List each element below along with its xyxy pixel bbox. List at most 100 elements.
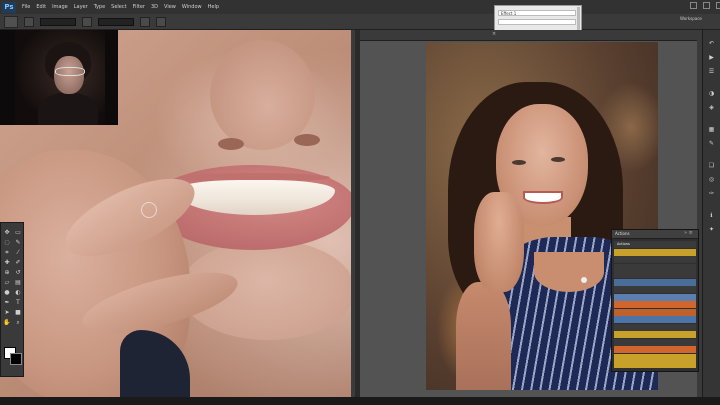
action-row[interactable] — [614, 331, 696, 338]
actions-panel-header[interactable]: Actions » ≡ — [612, 230, 698, 239]
move-icon[interactable]: ✥ — [3, 229, 11, 236]
menu-file[interactable]: File — [22, 0, 30, 14]
portrait-arm — [456, 282, 511, 390]
quick-select-icon[interactable]: ✎ — [14, 239, 22, 246]
document-tab[interactable]: × — [360, 30, 702, 41]
portrait-pendant — [581, 277, 587, 283]
eyedropper-icon[interactable]: ⁄ — [14, 249, 22, 256]
layers-icon[interactable]: ❏ — [707, 162, 716, 170]
menu-help[interactable]: Help — [208, 0, 219, 14]
mode-field[interactable] — [40, 17, 76, 26]
close-tab-icon[interactable]: × — [492, 31, 496, 37]
blur-icon[interactable]: ● — [3, 289, 11, 296]
type-icon[interactable]: T — [14, 299, 22, 306]
path-select-icon[interactable]: ➤ — [3, 309, 11, 316]
eraser-icon[interactable]: ▱ — [3, 279, 11, 286]
clone-icon[interactable]: ⊕ — [3, 269, 11, 276]
action-row[interactable] — [614, 293, 696, 301]
action-row[interactable] — [614, 271, 696, 278]
brushes-icon[interactable]: ✎ — [707, 140, 716, 148]
action-row[interactable] — [614, 353, 696, 361]
gradient-icon[interactable]: ▤ — [14, 279, 22, 286]
crop-icon[interactable]: ⌗ — [3, 249, 11, 256]
lasso-icon[interactable]: ◌ — [3, 239, 11, 246]
action-row[interactable] — [614, 286, 696, 293]
menu-edit[interactable]: Edit — [36, 0, 46, 14]
action-row[interactable] — [614, 248, 696, 256]
marquee-icon[interactable]: ▭ — [14, 229, 22, 236]
history-icon[interactable]: ↶ — [707, 40, 716, 48]
portrait-right-eye — [551, 157, 565, 162]
tool-preset-icon[interactable] — [4, 15, 18, 28]
menu-layer[interactable]: Layer — [74, 0, 88, 14]
navigator-icon[interactable]: ✦ — [707, 226, 716, 234]
pressure-icon[interactable] — [156, 16, 166, 27]
action-row[interactable]: Actions — [614, 241, 696, 248]
popup-row-1[interactable]: Effect 1 — [498, 10, 576, 16]
paths-icon[interactable]: ✑ — [707, 190, 716, 198]
pen-icon[interactable]: ✒ — [3, 299, 11, 306]
action-row[interactable] — [614, 346, 696, 353]
dodge-icon[interactable]: ◐ — [14, 289, 22, 296]
action-row[interactable] — [614, 263, 696, 271]
close-icon[interactable] — [716, 2, 720, 9]
menu-filter[interactable]: Filter — [133, 0, 145, 14]
workspace-switcher[interactable]: Workspace — [680, 16, 702, 21]
popup-scrollbar[interactable] — [577, 7, 580, 30]
menu-image[interactable]: Image — [52, 0, 68, 14]
action-row[interactable] — [614, 256, 696, 263]
presenter-glasses-icon — [55, 67, 85, 76]
menu-window[interactable]: Window — [182, 0, 202, 14]
left-nostril — [218, 138, 244, 150]
action-row[interactable] — [614, 308, 696, 316]
styles-icon[interactable]: ◈ — [707, 104, 716, 112]
menu-select[interactable]: Select — [111, 0, 126, 14]
brush-icon[interactable]: ✐ — [14, 259, 22, 266]
zoom-icon[interactable]: ⌕ — [14, 319, 22, 326]
action-row[interactable] — [614, 301, 696, 308]
photoshop-logo: Ps — [2, 1, 16, 13]
layer-name-popup: Effect 1 — [494, 5, 582, 32]
airbrush-icon[interactable] — [140, 16, 150, 27]
tool-grid: ✥ ▭ ◌ ✎ ⌗ ⁄ ✚ ✐ ⊕ ↺ ▱ ▤ ● ◐ ✒ T ➤ ■ ✋ ⌕ — [3, 229, 23, 326]
background-color-swatch[interactable] — [10, 353, 22, 365]
window-controls — [690, 2, 720, 9]
webcam-overlay — [0, 30, 118, 125]
menu-type[interactable]: Type — [94, 0, 105, 14]
nose — [210, 40, 315, 150]
shape-icon[interactable]: ■ — [14, 309, 22, 316]
properties-icon[interactable]: ☰ — [707, 68, 716, 76]
portrait-smile — [523, 191, 563, 204]
maximize-icon[interactable] — [703, 2, 710, 9]
menu-view[interactable]: View — [164, 0, 176, 14]
history-brush-icon[interactable]: ↺ — [14, 269, 22, 276]
channels-icon[interactable]: ◎ — [707, 176, 716, 184]
popup-row-2[interactable] — [498, 19, 576, 25]
menu-3d[interactable]: 3D — [151, 0, 158, 14]
opacity-field[interactable] — [98, 17, 134, 26]
swatches-icon[interactable]: ▦ — [707, 126, 716, 134]
minimize-icon[interactable] — [690, 2, 697, 9]
action-row[interactable] — [614, 316, 696, 323]
hand-icon[interactable]: ✋ — [3, 319, 11, 326]
actions-panel: Actions » ≡ Actions — [611, 229, 699, 372]
action-row[interactable] — [614, 278, 696, 286]
right-nostril — [294, 134, 320, 146]
options-bar — [0, 14, 720, 30]
portrait-hand — [474, 192, 524, 292]
actions-icon[interactable]: ▶ — [707, 54, 716, 62]
action-row[interactable] — [614, 338, 696, 346]
healing-icon[interactable]: ✚ — [3, 259, 11, 266]
brush-size-icon[interactable] — [24, 16, 34, 27]
info-icon[interactable]: ℹ — [707, 212, 716, 220]
actions-panel-title: Actions — [615, 231, 630, 236]
adjustments-icon[interactable]: ◑ — [707, 90, 716, 98]
portrait-left-eye — [512, 160, 526, 165]
toolbox: ✥ ▭ ◌ ✎ ⌗ ⁄ ✚ ✐ ⊕ ↺ ▱ ▤ ● ◐ ✒ T ➤ ■ ✋ ⌕ — [0, 222, 24, 377]
action-row[interactable] — [614, 323, 696, 331]
menu-list: File Edit Image Layer Type Select Filter… — [22, 0, 219, 14]
mode-dropdown-icon[interactable] — [82, 16, 92, 27]
action-row[interactable] — [614, 361, 696, 368]
panel-menu-icon[interactable]: » ≡ — [684, 230, 693, 236]
brush-cursor-icon — [141, 202, 157, 218]
